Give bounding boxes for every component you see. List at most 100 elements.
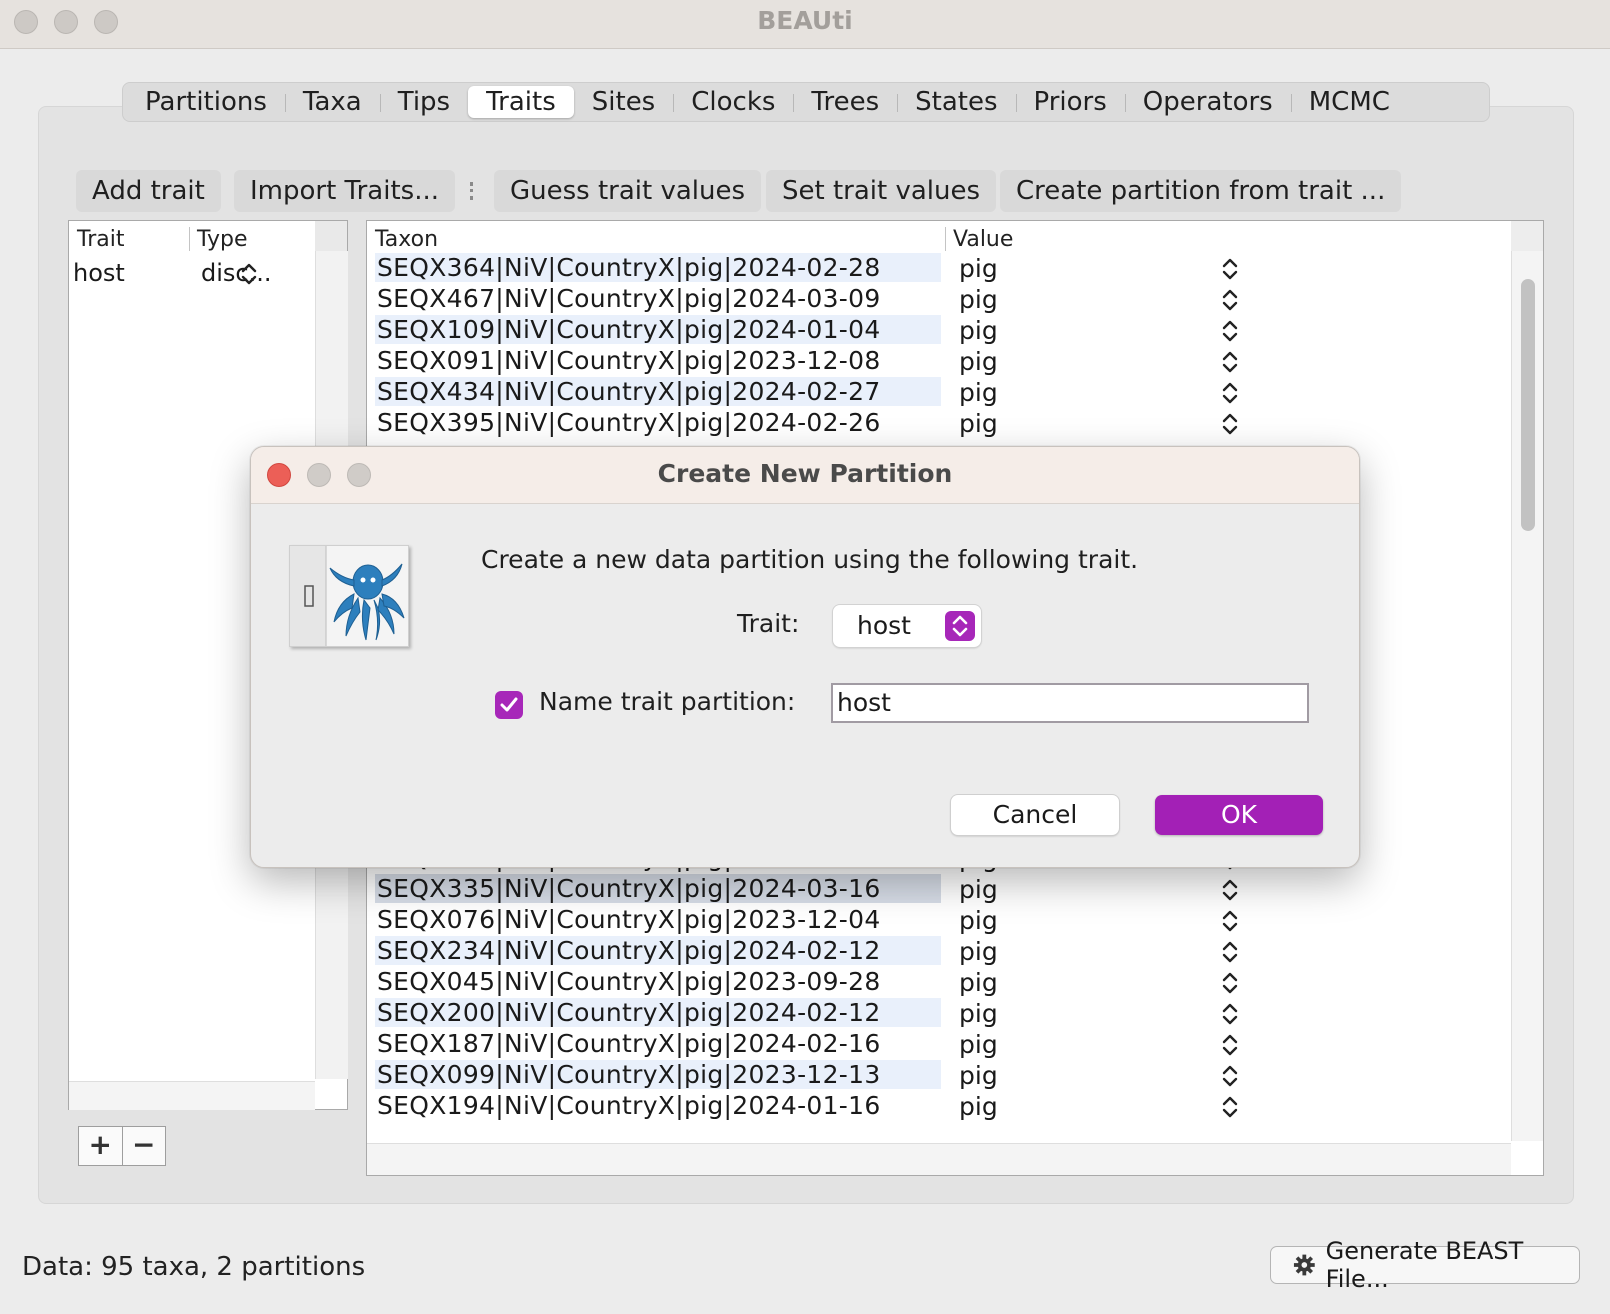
tab-traits[interactable]: Traits bbox=[468, 86, 574, 118]
value-cell[interactable]: pig bbox=[959, 905, 998, 936]
remove-trait-minus-button[interactable]: − bbox=[121, 1127, 166, 1165]
updown-chevron-icon[interactable] bbox=[1221, 255, 1239, 283]
value-cell[interactable]: pig bbox=[959, 874, 998, 905]
value-cell[interactable]: pig bbox=[959, 936, 998, 967]
create-partition-from-trait-button[interactable]: Create partition from trait ... bbox=[1000, 170, 1402, 212]
trait-type-text: disc... bbox=[201, 259, 272, 287]
updown-chevron-icon[interactable] bbox=[1221, 1000, 1239, 1028]
updown-chevron-icon[interactable] bbox=[1221, 1062, 1239, 1090]
import-traits-button[interactable]: Import Traits... bbox=[234, 170, 455, 212]
table-row[interactable]: SEQX200|NiV|CountryX|pig|2024-02-12 pig bbox=[375, 998, 1495, 1029]
value-cell[interactable]: pig bbox=[959, 346, 998, 377]
guess-trait-values-button[interactable]: Guess trait values bbox=[494, 170, 762, 212]
trait-select[interactable]: host bbox=[833, 605, 981, 647]
table-row[interactable]: SEQX467|NiV|CountryX|pig|2024-03-09 pig bbox=[375, 284, 1495, 315]
set-trait-values-button[interactable]: Set trait values bbox=[766, 170, 997, 212]
table-row[interactable]: SEQX109|NiV|CountryX|pig|2024-01-04 pig bbox=[375, 315, 1495, 346]
value-cell[interactable]: pig bbox=[959, 1060, 998, 1091]
value-cell[interactable]: pig bbox=[959, 377, 998, 408]
taxon-cell[interactable]: SEQX234|NiV|CountryX|pig|2024-02-12 bbox=[375, 936, 941, 965]
updown-chevron-icon[interactable] bbox=[1221, 969, 1239, 997]
trait-add-remove-group: + − bbox=[78, 1126, 166, 1166]
taxon-cell[interactable]: SEQX194|NiV|CountryX|pig|2024-01-16 bbox=[375, 1091, 941, 1120]
updown-chevron-icon[interactable] bbox=[1221, 410, 1239, 438]
table-row[interactable]: SEQX395|NiV|CountryX|pig|2024-02-26 pig bbox=[375, 408, 1495, 439]
tab-bar: Partitions Taxa Tips Traits Sites Clocks… bbox=[122, 82, 1490, 122]
tab-trees[interactable]: Trees bbox=[793, 86, 897, 118]
taxon-cell[interactable]: SEQX200|NiV|CountryX|pig|2024-02-12 bbox=[375, 998, 941, 1027]
type-column-header[interactable]: Type bbox=[197, 227, 248, 252]
name-trait-partition-label: Name trait partition: bbox=[539, 687, 796, 716]
taxon-cell[interactable]: SEQX335|NiV|CountryX|pig|2024-03-16 bbox=[375, 874, 941, 903]
table-row[interactable]: SEQX099|NiV|CountryX|pig|2023-12-13 pig bbox=[375, 1060, 1495, 1091]
column-divider bbox=[189, 227, 190, 251]
window-title-bar: BEAUti bbox=[0, 0, 1610, 49]
column-divider bbox=[945, 227, 946, 251]
value-cell[interactable]: pig bbox=[959, 315, 998, 346]
taxon-cell[interactable]: SEQX099|NiV|CountryX|pig|2023-12-13 bbox=[375, 1060, 941, 1089]
value-cell[interactable]: pig bbox=[959, 253, 998, 284]
taxon-cell[interactable]: SEQX045|NiV|CountryX|pig|2023-09-28 bbox=[375, 967, 941, 996]
generate-beast-file-label: Generate BEAST File... bbox=[1325, 1237, 1524, 1293]
horizontal-scrollbar[interactable] bbox=[367, 1143, 1511, 1175]
tab-partitions[interactable]: Partitions bbox=[127, 86, 285, 118]
value-cell[interactable]: pig bbox=[959, 998, 998, 1029]
taxon-cell[interactable]: SEQX434|NiV|CountryX|pig|2024-02-27 bbox=[375, 377, 941, 406]
updown-chevron-icon[interactable] bbox=[1221, 1031, 1239, 1059]
tab-sites[interactable]: Sites bbox=[574, 86, 673, 118]
taxon-cell[interactable]: SEQX091|NiV|CountryX|pig|2023-12-08 bbox=[375, 346, 941, 375]
value-column-header[interactable]: Value bbox=[953, 227, 1013, 252]
updown-chevron-icon[interactable] bbox=[1221, 348, 1239, 376]
table-row[interactable]: SEQX194|NiV|CountryX|pig|2024-01-16 pig bbox=[375, 1091, 1495, 1122]
taxon-cell[interactable]: SEQX467|NiV|CountryX|pig|2024-03-09 bbox=[375, 284, 941, 313]
table-row[interactable]: SEQX045|NiV|CountryX|pig|2023-09-28 pig bbox=[375, 967, 1495, 998]
taxon-cell[interactable]: SEQX109|NiV|CountryX|pig|2024-01-04 bbox=[375, 315, 941, 344]
updown-chevron-icon[interactable] bbox=[1221, 317, 1239, 345]
table-row[interactable]: SEQX234|NiV|CountryX|pig|2024-02-12 pig bbox=[375, 936, 1495, 967]
add-trait-button[interactable]: Add trait bbox=[76, 170, 221, 212]
beast-octopus-icon bbox=[289, 545, 409, 647]
value-cell[interactable]: pig bbox=[959, 967, 998, 998]
updown-chevron-icon[interactable] bbox=[1221, 286, 1239, 314]
trait-type-cell[interactable]: disc... bbox=[201, 259, 272, 287]
taxon-cell[interactable]: SEQX187|NiV|CountryX|pig|2024-02-16 bbox=[375, 1029, 941, 1058]
tab-clocks[interactable]: Clocks bbox=[673, 86, 793, 118]
trait-name-cell[interactable]: host bbox=[73, 259, 125, 287]
vertical-scrollbar[interactable] bbox=[1511, 251, 1543, 1141]
add-trait-plus-button[interactable]: + bbox=[79, 1127, 122, 1165]
table-row[interactable]: SEQX434|NiV|CountryX|pig|2024-02-27 pig bbox=[375, 377, 1495, 408]
updown-chevron-icon[interactable] bbox=[1221, 907, 1239, 935]
table-row[interactable]: SEQX076|NiV|CountryX|pig|2023-12-04 pig bbox=[375, 905, 1495, 936]
value-cell[interactable]: pig bbox=[959, 1091, 998, 1122]
updown-chevron-icon[interactable] bbox=[1221, 938, 1239, 966]
table-row[interactable]: SEQX364|NiV|CountryX|pig|2024-02-28 pig bbox=[375, 253, 1495, 284]
value-cell[interactable]: pig bbox=[959, 408, 998, 439]
updown-chevron-icon[interactable] bbox=[1221, 379, 1239, 407]
tab-operators[interactable]: Operators bbox=[1124, 86, 1291, 118]
taxon-cell[interactable]: SEQX395|NiV|CountryX|pig|2024-02-26 bbox=[375, 408, 941, 437]
taxon-cell[interactable]: SEQX364|NiV|CountryX|pig|2024-02-28 bbox=[375, 253, 941, 282]
partition-name-input[interactable]: host bbox=[831, 683, 1309, 723]
value-cell[interactable]: pig bbox=[959, 284, 998, 315]
ok-button[interactable]: OK bbox=[1155, 795, 1323, 835]
trait-column-header[interactable]: Trait bbox=[77, 227, 124, 252]
tab-mcmc[interactable]: MCMC bbox=[1290, 86, 1408, 118]
taxon-cell[interactable]: SEQX076|NiV|CountryX|pig|2023-12-04 bbox=[375, 905, 941, 934]
cancel-button[interactable]: Cancel bbox=[951, 795, 1119, 835]
tab-priors[interactable]: Priors bbox=[1015, 86, 1125, 118]
updown-chevron-icon[interactable] bbox=[1221, 1093, 1239, 1121]
table-row[interactable]: SEQX091|NiV|CountryX|pig|2023-12-08 pig bbox=[375, 346, 1495, 377]
tab-states[interactable]: States bbox=[897, 86, 1015, 118]
tab-taxa[interactable]: Taxa bbox=[284, 86, 380, 118]
tab-tips[interactable]: Tips bbox=[379, 86, 468, 118]
taxon-column-header[interactable]: Taxon bbox=[375, 227, 438, 252]
updown-chevron-icon[interactable] bbox=[1221, 876, 1239, 904]
scrollbar-thumb[interactable] bbox=[1521, 279, 1535, 531]
table-row[interactable]: SEQX187|NiV|CountryX|pig|2024-02-16 pig bbox=[375, 1029, 1495, 1060]
select-stepper-icon bbox=[945, 611, 975, 641]
horizontal-scrollbar[interactable] bbox=[69, 1081, 315, 1110]
table-row[interactable]: SEQX335|NiV|CountryX|pig|2024-03-16 pig bbox=[375, 874, 1495, 905]
generate-beast-file-button[interactable]: Generate BEAST File... bbox=[1270, 1237, 1580, 1293]
value-cell[interactable]: pig bbox=[959, 1029, 998, 1060]
name-trait-partition-checkbox[interactable] bbox=[495, 691, 523, 719]
